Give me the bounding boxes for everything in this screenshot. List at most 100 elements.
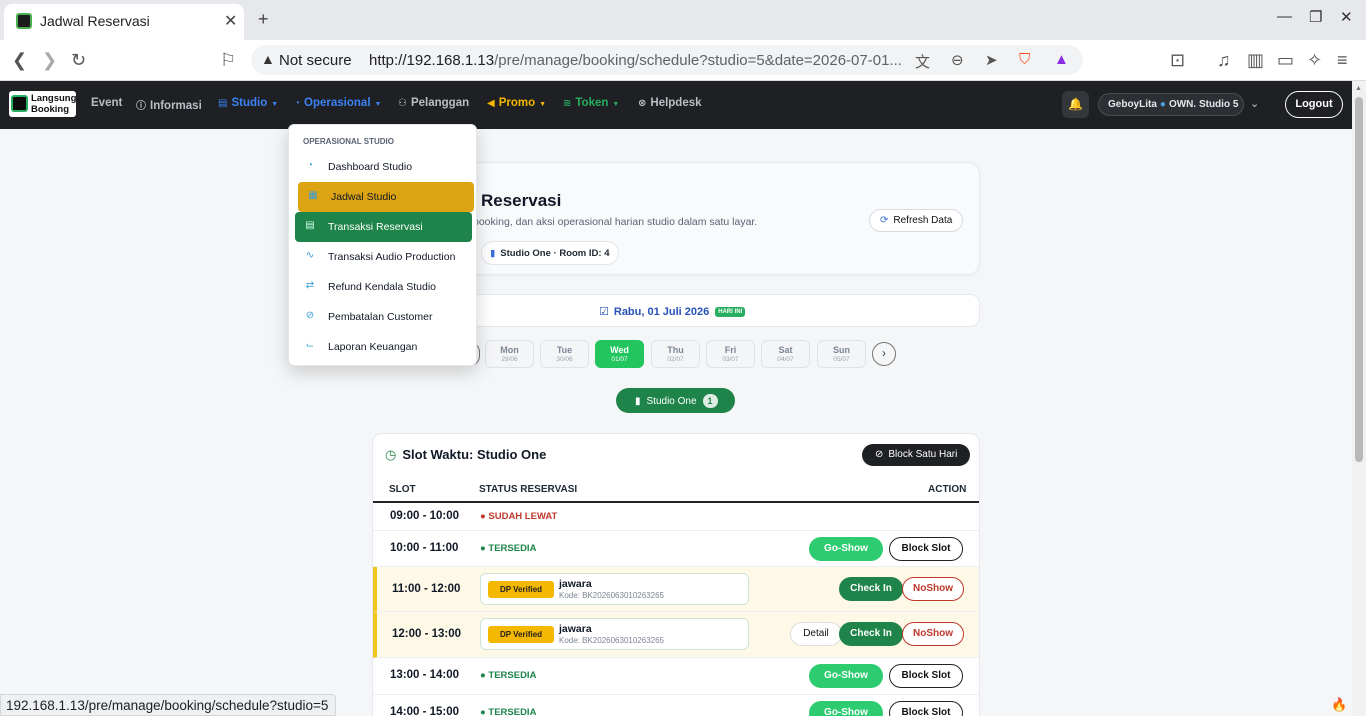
booking-code: Kode: BK2026063010263265: [559, 591, 664, 600]
brave-shield-icon[interactable]: ⛉: [1019, 51, 1030, 68]
menu-item-transaksi-reservasi[interactable]: ▤ Transaksi Reservasi: [295, 212, 472, 242]
user-chip[interactable]: GeboyLita ● OWN. Studio 5: [1098, 93, 1244, 116]
bookmark-icon[interactable]: ⚐: [220, 50, 236, 70]
menu-item-label: Laporan Keuangan: [328, 341, 418, 353]
menu-item-transaksi-audio[interactable]: ∿ Transaksi Audio Production: [295, 242, 472, 272]
refresh-label: Refresh Data: [893, 215, 953, 226]
maximize-icon[interactable]: ❐: [1309, 8, 1322, 26]
day-wed[interactable]: Wed 01/07: [595, 340, 644, 368]
day-tue[interactable]: Tue 30/06: [540, 340, 589, 368]
menu-icon[interactable]: ≡: [1337, 50, 1348, 70]
minimize-icon[interactable]: —: [1277, 8, 1292, 25]
user-menu-chevron-icon[interactable]: ⌄: [1250, 97, 1259, 110]
nav-pelanggan[interactable]: ⚇ Pelanggan: [398, 97, 469, 109]
address-bar[interactable]: ▲ Not secure http://192.168.1.13/pre/man…: [251, 45, 1083, 75]
refund-icon: ⇄: [305, 280, 315, 291]
calendar-check-icon: ☑: [599, 306, 609, 318]
day-name: Mon: [500, 345, 519, 355]
day-mon[interactable]: Mon 29/06: [485, 340, 534, 368]
booking-card[interactable]: DP Verified jawara Kode: BK2026063010263…: [480, 573, 749, 605]
menu-item-jadwal-studio[interactable]: ▦ Jadwal Studio: [298, 182, 474, 212]
screenshot-icon[interactable]: ⊡: [1170, 50, 1185, 70]
detail-button[interactable]: Detail: [790, 622, 842, 646]
send-icon[interactable]: ➤: [985, 51, 998, 69]
room-tab-studio-one[interactable]: ▮ Studio One 1: [616, 388, 735, 413]
chevron-down-icon: ▼: [271, 101, 279, 108]
scroll-up-icon[interactable]: ▲: [1355, 85, 1362, 92]
dashboard-icon: ◔: [306, 160, 314, 171]
reload-icon[interactable]: ↻: [71, 50, 86, 70]
users-icon: ⚇: [398, 98, 407, 109]
nav-promo[interactable]: ◀ Promo ▼: [487, 97, 546, 109]
refresh-icon: ⟳: [880, 215, 889, 226]
block-slot-button[interactable]: Block Slot: [889, 537, 963, 561]
media-icon[interactable]: ♫: [1217, 50, 1231, 70]
check-in-button[interactable]: Check In: [839, 577, 903, 601]
check-circle-icon: ●: [480, 707, 486, 716]
block-slot-button[interactable]: Block Slot: [889, 701, 963, 716]
day-thu[interactable]: Thu 02/07: [651, 340, 700, 368]
go-show-button[interactable]: Go-Show: [809, 664, 883, 688]
scroll-thumb[interactable]: [1355, 97, 1363, 462]
site-favicon-icon: [16, 13, 32, 29]
menu-item-label: Dashboard Studio: [328, 161, 413, 173]
nav-helpdesk-label: Helpdesk: [650, 97, 702, 109]
window-close-icon[interactable]: ✕: [1340, 8, 1353, 26]
booking-card[interactable]: DP Verified jawara Kode: BK2026063010263…: [480, 618, 749, 650]
next-week-chevron-icon[interactable]: ›: [872, 342, 896, 366]
browser-toolbar: ❮ ❯ ↻ ⚐ ▲ Not secure http://192.168.1.13…: [0, 40, 1366, 81]
no-show-button[interactable]: NoShow: [902, 577, 964, 601]
page-scrollbar[interactable]: ▲: [1352, 81, 1366, 716]
menu-item-refund-kendala[interactable]: ⇄ Refund Kendala Studio: [295, 272, 472, 302]
logo-check-icon: [11, 95, 28, 112]
forward-icon[interactable]: ❯: [42, 50, 57, 70]
logo-text: Langsung Booking: [31, 93, 77, 115]
nav-token[interactable]: ≋ Token ▼: [563, 97, 619, 109]
day-sun[interactable]: Sun 05/07: [817, 340, 866, 368]
nav-event[interactable]: Event: [91, 97, 122, 109]
nav-informasi[interactable]: ⓘ Informasi: [136, 97, 202, 112]
translate-icon[interactable]: 文: [915, 51, 930, 72]
logo[interactable]: Langsung Booking: [9, 91, 76, 117]
url-text[interactable]: http://192.168.1.13/pre/manage/booking/s…: [369, 52, 902, 69]
nav-helpdesk[interactable]: ⊗ Helpdesk: [638, 97, 702, 109]
calendar-icon: ▦: [308, 190, 318, 201]
studio-icon: ▤: [218, 98, 228, 109]
day-sat[interactable]: Sat 04/07: [761, 340, 810, 368]
warning-icon: ▲: [261, 51, 275, 67]
sidebar-icon[interactable]: ▥: [1247, 50, 1264, 70]
day-fri[interactable]: Fri 03/07: [706, 340, 755, 368]
door-icon: ▮: [635, 396, 641, 407]
check-in-button[interactable]: Check In: [839, 622, 903, 646]
nav-informasi-label: Informasi: [150, 100, 202, 112]
nav-operasional[interactable]: ◔ Operasional ▼: [294, 97, 381, 109]
back-icon[interactable]: ❮: [12, 50, 27, 70]
new-tab-icon[interactable]: +: [258, 9, 269, 30]
notification-bell-icon[interactable]: 🔔: [1062, 91, 1089, 118]
menu-item-dashboard-studio[interactable]: ◔ Dashboard Studio: [295, 152, 472, 182]
menu-item-label: Pembatalan Customer: [328, 311, 433, 323]
menu-item-pembatalan-customer[interactable]: ⊘ Pembatalan Customer: [295, 302, 472, 332]
room-count-badge: 1: [702, 394, 718, 408]
logout-button[interactable]: Logout: [1285, 91, 1343, 118]
tab-close-icon[interactable]: ✕: [224, 11, 237, 31]
flame-icon[interactable]: 🔥: [1331, 697, 1347, 713]
security-label[interactable]: Not secure: [279, 52, 352, 69]
go-show-button[interactable]: Go-Show: [809, 701, 883, 716]
no-show-button[interactable]: NoShow: [902, 622, 964, 646]
block-slot-button[interactable]: Block Slot: [889, 664, 963, 688]
col-action-header: ACTION: [928, 484, 967, 495]
coins-icon: ≋: [563, 98, 572, 109]
wallet-icon[interactable]: ▭: [1277, 50, 1294, 70]
zoom-out-icon[interactable]: ⊖: [951, 51, 964, 69]
day-name: Fri: [724, 345, 737, 355]
brave-rewards-icon[interactable]: ▲: [1054, 51, 1069, 68]
browser-tab[interactable]: Jadwal Reservasi ✕: [4, 4, 244, 40]
block-day-button[interactable]: ⊘ Block Satu Hari: [862, 444, 970, 466]
slot-title-text: Slot Waktu: Studio One: [402, 447, 547, 462]
refresh-data-button[interactable]: ⟳ Refresh Data: [869, 209, 964, 232]
menu-item-laporan-keuangan[interactable]: ⌙ Laporan Keuangan: [295, 332, 472, 362]
nav-studio[interactable]: ▤ Studio ▼: [218, 97, 278, 109]
go-show-button[interactable]: Go-Show: [809, 537, 883, 561]
leo-ai-icon[interactable]: ✧: [1307, 50, 1322, 70]
